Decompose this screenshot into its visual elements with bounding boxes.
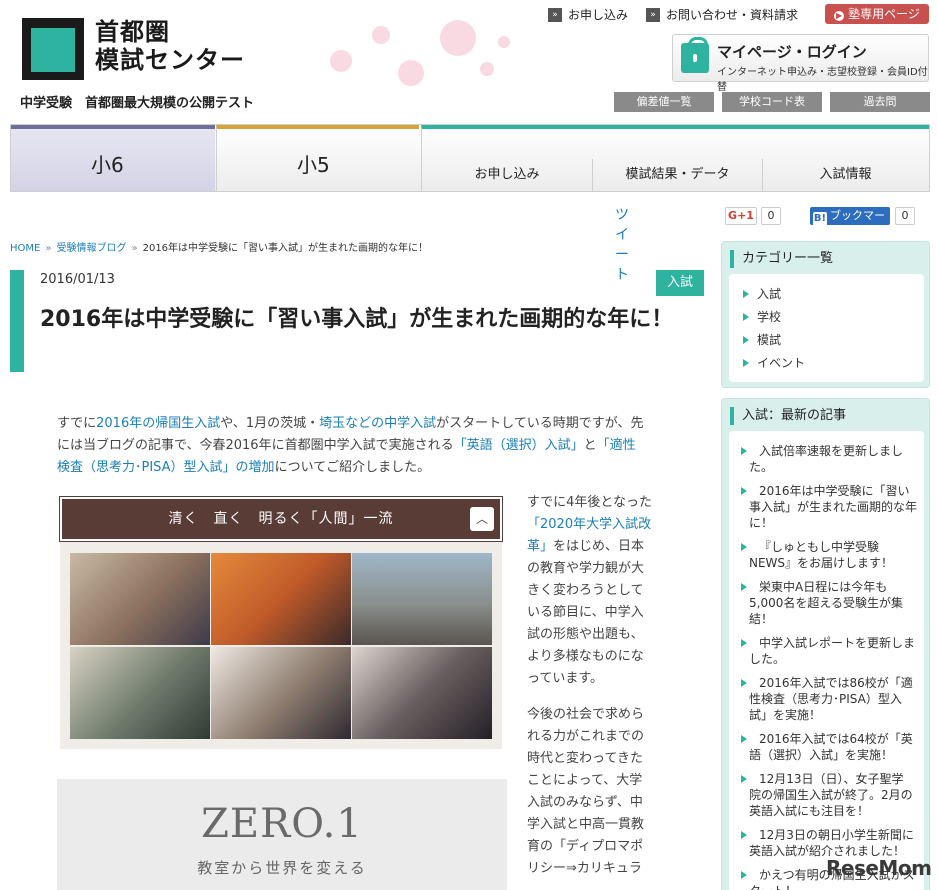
deviation-list-button[interactable]: 偏差値一覧 xyxy=(614,92,714,112)
photo-campus xyxy=(352,553,492,645)
zero1-subtitle: 教室から世界を変える xyxy=(197,859,367,877)
top-link-apply[interactable]: » お申し込み xyxy=(548,6,628,23)
sakura-decoration xyxy=(372,26,390,44)
hatena-bookmark-button[interactable]: B! ブックマーク xyxy=(810,207,890,241)
sakura-decoration xyxy=(440,20,476,56)
school-code-button[interactable]: 学校コード表 xyxy=(722,92,822,112)
link-returnee-exam[interactable]: 2016年の帰国生入試 xyxy=(96,416,220,431)
past-exams-button[interactable]: 過去問 xyxy=(830,92,930,112)
banner-headline: 清く 直く 明るく「人間」一流 xyxy=(59,496,503,542)
chevron-icon: » xyxy=(131,243,138,254)
double-chevron-icon: » xyxy=(646,7,661,22)
sakura-decoration xyxy=(498,36,510,48)
category-box: カテゴリー一覧 入試 学校 模試 イベント xyxy=(721,241,930,388)
sakura-decoration xyxy=(480,62,494,76)
lock-icon xyxy=(681,37,709,73)
sakura-decoration xyxy=(330,50,352,72)
mypage-subtitle: インターネット申込み・志望校登録・会員ID付替 xyxy=(717,67,928,93)
sakura-decoration xyxy=(398,60,424,86)
article-body-column: すでに4年後となった「2020年大学入試改革」をはじめ、日本の教育や学力観が大き… xyxy=(527,492,655,880)
latest-article-item[interactable]: 2016年入試では86校が「適 性検査（思考力･PISA）型入 試」を実施！ xyxy=(741,675,924,723)
school-ad-banner[interactable]: 清く 直く 明るく「人間」一流 ︿ xyxy=(59,496,503,749)
photo-students-desk xyxy=(70,553,210,645)
link-saitama-exam[interactable]: 埼玉などの中学入試 xyxy=(319,416,436,431)
nav-sub-menu: お申し込み 模試結果・データ 入試情報 xyxy=(421,125,929,191)
latest-article-item[interactable]: 2016年入試では64校が「英 語（選択）入試」を実施！ xyxy=(741,731,924,763)
breadcrumb-home[interactable]: HOME xyxy=(10,243,40,254)
top-links: » お申し込み » お問い合わせ・資料請求 xyxy=(548,6,798,23)
latest-box-title: 入試：最新の記事 xyxy=(730,407,846,425)
breadcrumb-blog[interactable]: 受験情報ブログ xyxy=(56,243,126,254)
photo-group xyxy=(352,647,492,739)
top-link-contact[interactable]: » お問い合わせ・資料請求 xyxy=(646,6,798,23)
article-date: 2016/01/13 xyxy=(40,272,115,287)
double-chevron-icon: » xyxy=(548,7,562,22)
chevron-icon: » xyxy=(45,243,52,254)
main-nav: 小6 小5 お申し込み 模試結果・データ 入試情報 xyxy=(10,124,930,192)
latest-article-item[interactable]: 『しゅともし中学受験 NEWS』をお届けします！ xyxy=(741,539,924,571)
breadcrumb-current: 2016年は中学受験に「習い事入試」が生まれた画期的な年に！ xyxy=(142,243,429,254)
utility-buttons: 偏差値一覧 学校コード表 過去問 xyxy=(614,92,930,112)
category-item[interactable]: 入試 xyxy=(743,286,924,302)
article-intro: すでに2016年の帰国生入試や、1月の茨城・埼玉などの中学入試がスタートしている… xyxy=(57,416,644,475)
photo-classroom xyxy=(70,647,210,739)
breadcrumb: HOME » 受験情報ブログ » 2016年は中学受験に「習い事入試」が生まれた画期的な… xyxy=(10,239,428,254)
gplus-button[interactable]: G+1 xyxy=(725,207,757,225)
logo-mark xyxy=(31,28,75,72)
latest-article-item[interactable]: 中学入試レポートを更新しま した。 xyxy=(741,635,924,667)
category-badge[interactable]: 入試 xyxy=(656,270,704,296)
accent-bar xyxy=(10,270,24,372)
article-header: 2016/01/13 入試 2016年は中学受験に「習い事入試」が生まれた画期的… xyxy=(10,270,704,374)
article-paragraph: 今後の社会で求められる力がこれまでの時代と変わってきたことによって、大学入試のみ… xyxy=(527,707,645,876)
chevron-up-icon[interactable]: ︿ xyxy=(470,507,494,531)
category-item[interactable]: イベント xyxy=(743,355,924,371)
nav-exam-info[interactable]: 入試情報 xyxy=(762,159,928,191)
brand-line2: 模試センター xyxy=(95,46,245,74)
category-item[interactable]: 学校 xyxy=(743,309,924,325)
latest-article-item[interactable]: 入試倍率速報を更新しまし た。 xyxy=(741,443,924,475)
resemom-watermark: ReseMom xyxy=(826,856,932,880)
nav-results[interactable]: 模試結果・データ xyxy=(592,159,762,191)
latest-article-item[interactable]: 12月13日（日）、女子聖学 院の帰国生入試が終了。2月の 英語入試にも注目を！ xyxy=(741,771,924,819)
zero1-banner[interactable]: ZERO.1 教室から世界を変える xyxy=(57,779,507,890)
link-english-exam[interactable]: 「英語（選択）入試」 xyxy=(454,438,584,453)
latest-articles-box: 入試：最新の記事 入試倍率速報を更新しまし た。 2016年は中学受験に「習い 事入試… xyxy=(721,398,930,890)
photo-flute xyxy=(211,553,351,645)
category-item[interactable]: 模試 xyxy=(743,332,924,348)
mypage-login-button[interactable]: マイページ・ログイン インターネット申込み・志望校登録・会員ID付替 xyxy=(672,34,929,93)
nav-apply[interactable]: お申し込み xyxy=(422,159,592,191)
gplus-count: 0 xyxy=(761,207,781,225)
tagline: 中学受験 首都圏最大規模の公開テスト xyxy=(20,96,255,111)
latest-article-item[interactable]: 栄東中A日程には今年も 5,000名を超える受験生が集 結！ xyxy=(741,579,924,627)
zero1-title: ZERO.1 xyxy=(201,801,363,847)
hatena-count: 0 xyxy=(895,207,915,225)
tab-grade5[interactable]: 小5 xyxy=(216,125,419,191)
arrow-circle-icon: ▶ xyxy=(834,11,845,21)
latest-article-item[interactable]: 12月3日の朝日小学生新聞に 英語入試が紹介されました！ xyxy=(741,827,924,859)
latest-article-item[interactable]: 2016年は中学受験に「習い 事入試」が生まれた画期的な年 に！ xyxy=(741,483,924,531)
photo-reading xyxy=(211,647,351,739)
brand-line1: 首都圏 xyxy=(95,18,170,46)
tab-grade6[interactable]: 小6 xyxy=(11,125,215,191)
site-logo[interactable] xyxy=(22,18,84,80)
article-title: 2016年は中学受験に「習い事入試」が生まれた画期的な年に！ xyxy=(40,307,674,332)
hatena-icon: B! xyxy=(813,212,827,226)
juku-page-button[interactable]: ▶ 塾専用ページ xyxy=(825,4,929,24)
mypage-title: マイページ・ログイン xyxy=(717,43,867,61)
category-box-title: カテゴリー一覧 xyxy=(730,250,833,268)
brand-name[interactable]: 首都圏 模試センター xyxy=(95,18,245,74)
